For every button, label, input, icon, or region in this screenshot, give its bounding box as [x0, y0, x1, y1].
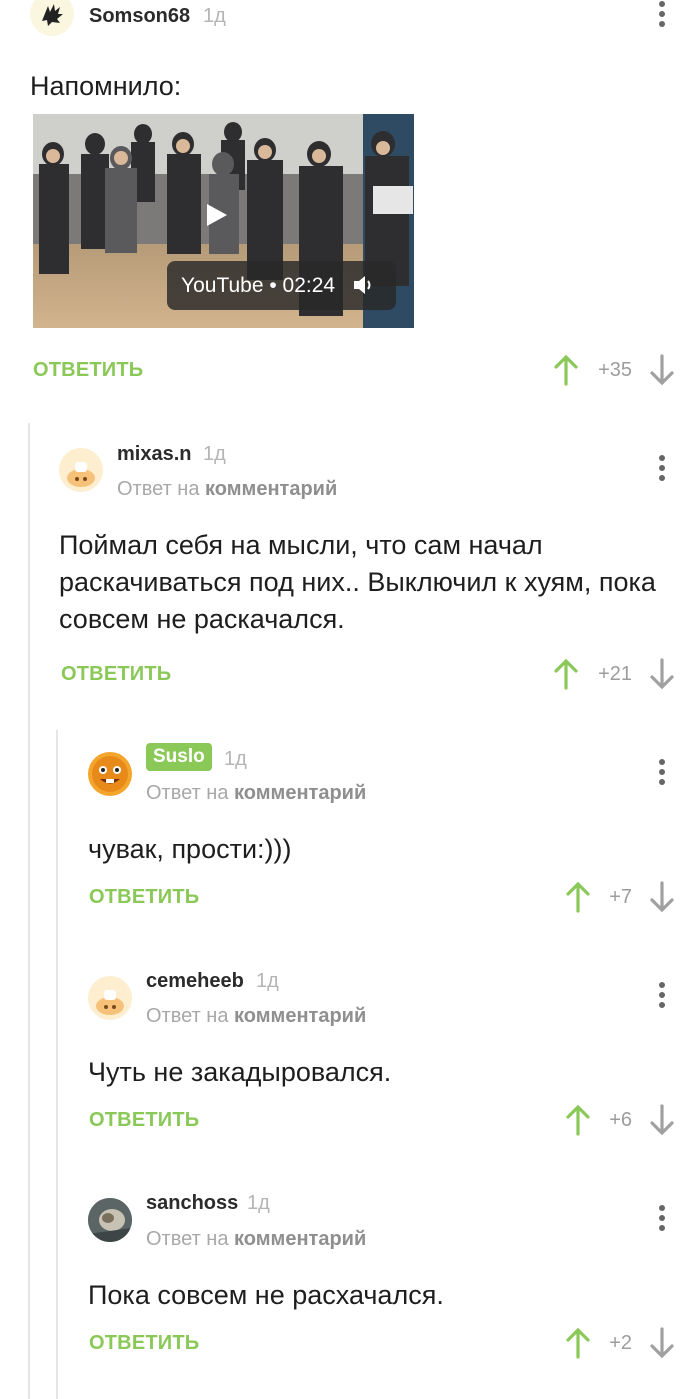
comment-text: чувак, прости:))) — [88, 834, 292, 864]
timestamp: 1д — [203, 5, 226, 27]
avatar[interactable] — [88, 976, 132, 1020]
score: +21 — [598, 663, 632, 685]
reply-prefix: Ответ на — [146, 1228, 229, 1250]
downvote-arrow-icon[interactable] — [649, 1327, 675, 1359]
thread-line-level-2 — [56, 730, 58, 1399]
username[interactable]: cemeheeb — [146, 970, 244, 993]
reply-to-link[interactable]: Ответ на комментарий — [146, 1005, 366, 1028]
timestamp: 1д — [247, 1192, 270, 1214]
volume-icon[interactable] — [352, 274, 376, 296]
reply-button[interactable]: ОТВЕТИТЬ — [89, 1332, 199, 1355]
reply-prefix: Ответ на — [146, 1005, 229, 1027]
reply-target[interactable]: комментарий — [234, 1005, 366, 1027]
default-avatar-icon — [67, 462, 95, 487]
reply-to-link[interactable]: Ответ на комментарий — [117, 478, 337, 501]
upvote-arrow-icon[interactable] — [553, 354, 579, 386]
comment-text: Чуть не закадыровался. — [88, 1057, 392, 1087]
score: +35 — [598, 359, 632, 381]
username[interactable]: mixas.n — [117, 443, 191, 466]
reply-button[interactable]: ОТВЕТИТЬ — [89, 1109, 199, 1132]
thread-line-level-1 — [28, 423, 30, 1399]
reply-target[interactable]: комментарий — [205, 478, 337, 500]
comment-text: Пока совсем не расхачался. — [88, 1280, 444, 1310]
downvote-arrow-icon[interactable] — [649, 1104, 675, 1136]
downvote-arrow-icon[interactable] — [649, 658, 675, 690]
comment-text: Поймал себя на мысли, что сам начал раск… — [59, 530, 656, 634]
reply-to-link[interactable]: Ответ на комментарий — [146, 1228, 366, 1251]
more-menu-icon[interactable] — [652, 454, 672, 484]
video-label: YouTube • 02:24 — [181, 274, 336, 297]
username-badge[interactable]: Suslo — [146, 743, 212, 771]
comment-text: Напомнило: — [30, 71, 182, 101]
reply-to-link[interactable]: Ответ на комментарий — [146, 782, 366, 805]
avatar[interactable] — [30, 0, 74, 36]
timestamp: 1д — [203, 443, 226, 465]
more-menu-icon[interactable] — [652, 0, 672, 30]
username[interactable]: sanchoss — [146, 1192, 238, 1215]
reply-prefix: Ответ на — [146, 782, 229, 804]
avatar[interactable] — [88, 1198, 132, 1242]
more-menu-icon[interactable] — [652, 981, 672, 1011]
groundhog-avatar-icon — [92, 756, 128, 792]
reply-button[interactable]: ОТВЕТИТЬ — [61, 663, 171, 686]
score: +7 — [609, 886, 632, 908]
play-icon[interactable] — [207, 204, 227, 226]
reply-button[interactable]: ОТВЕТИТЬ — [89, 886, 199, 909]
score: +6 — [609, 1109, 632, 1131]
more-menu-icon[interactable] — [652, 758, 672, 788]
youtube-duration-pill: YouTube • 02:24 — [167, 261, 396, 310]
downvote-arrow-icon[interactable] — [649, 354, 675, 386]
downvote-arrow-icon[interactable] — [649, 881, 675, 913]
more-menu-icon[interactable] — [652, 1204, 672, 1234]
reply-prefix: Ответ на — [117, 478, 200, 500]
default-avatar-icon — [96, 990, 124, 1015]
reply-target[interactable]: комментарий — [234, 782, 366, 804]
photo-avatar-icon — [88, 1198, 132, 1242]
username[interactable]: Somson68 — [89, 5, 190, 28]
reply-target[interactable]: комментарий — [234, 1228, 366, 1250]
avatar[interactable] — [59, 448, 103, 492]
timestamp: 1д — [224, 748, 247, 770]
reply-button[interactable]: ОТВЕТИТЬ — [33, 359, 143, 382]
hedgehog-avatar-icon — [42, 4, 63, 26]
avatar[interactable] — [88, 752, 132, 796]
timestamp: 1д — [256, 970, 279, 992]
upvote-arrow-icon[interactable] — [553, 658, 579, 690]
score: +2 — [609, 1332, 632, 1354]
